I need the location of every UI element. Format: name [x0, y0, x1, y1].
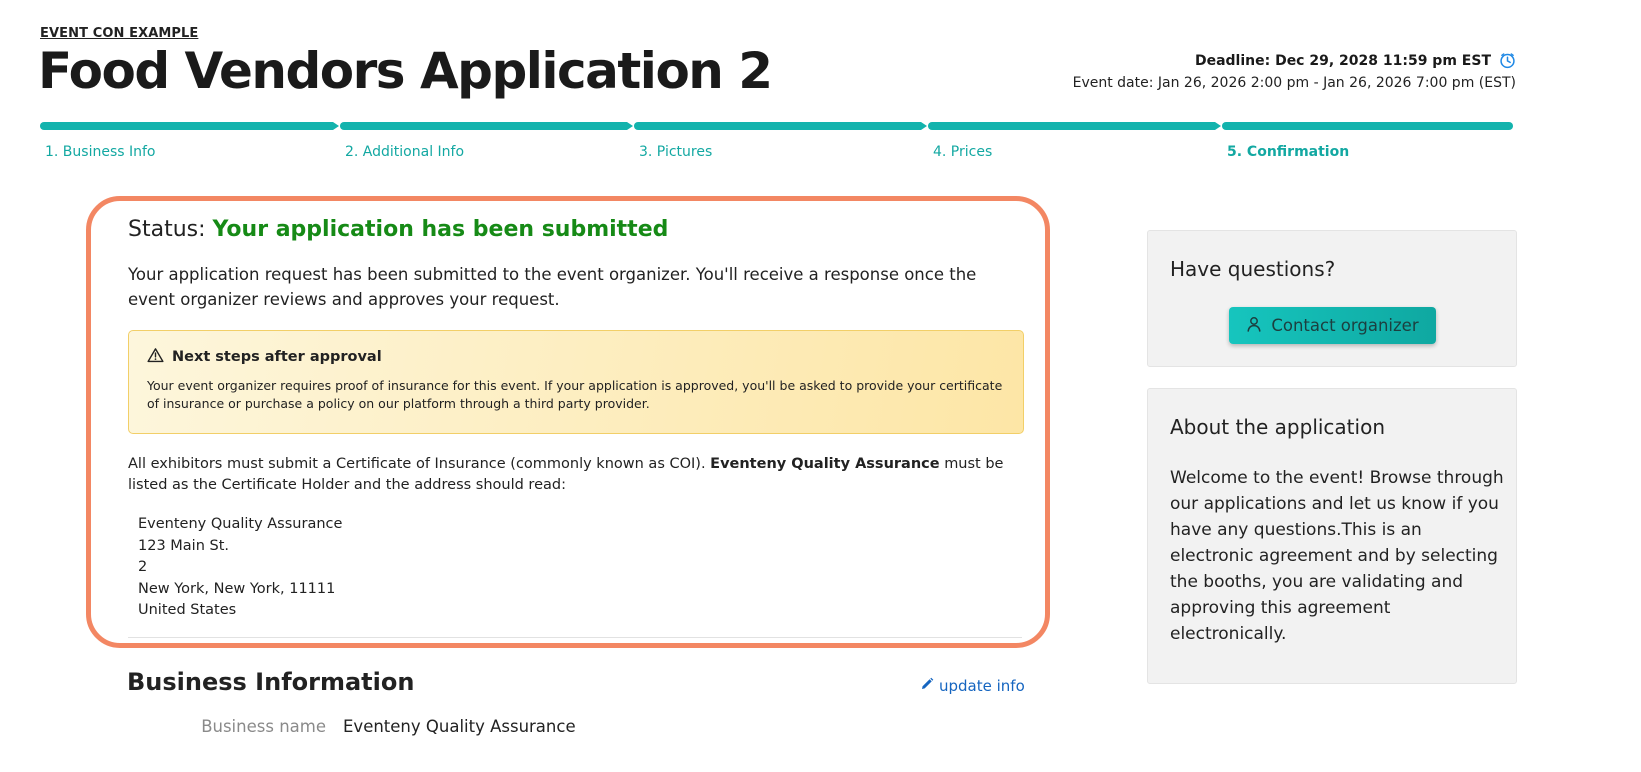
step-label: 1. Business Info — [45, 144, 156, 160]
coi-holder-name: Eventeny Quality Assurance — [710, 456, 940, 472]
coi-address: Eventeny Quality Assurance 123 Main St. … — [138, 514, 1028, 622]
update-info-label: update info — [939, 677, 1025, 695]
business-information-title: Business Information — [127, 668, 415, 696]
warning-icon — [147, 347, 164, 367]
status-value: Your application has been submitted — [212, 217, 669, 242]
deadline-text: Deadline: Dec 29, 2028 11:59 pm EST — [1194, 52, 1491, 69]
step-pictures[interactable]: 3. Pictures — [634, 122, 927, 166]
clock-icon[interactable] — [1499, 52, 1516, 69]
status-description: Your application request has been submit… — [128, 265, 977, 309]
next-steps-title: Next steps after approval — [172, 349, 382, 365]
divider — [128, 637, 1022, 638]
step-label: 2. Additional Info — [345, 144, 465, 160]
contact-organizer-label: Contact organizer — [1271, 316, 1419, 335]
deadline: Deadline: Dec 29, 2028 11:59 pm EST — [1195, 52, 1516, 69]
address-line: New York, New York, 11111 — [138, 580, 336, 597]
business-name-row: Business name Eventeny Quality Assurance — [127, 717, 1023, 736]
step-bar — [40, 122, 339, 130]
page-title: Food Vendors Application 2 — [38, 42, 773, 100]
contact-organizer-button[interactable]: Contact organizer — [1229, 307, 1436, 344]
step-label: 3. Pictures — [639, 144, 713, 160]
step-additional-info[interactable]: 2. Additional Info — [340, 122, 633, 166]
about-title: About the application — [1170, 415, 1385, 439]
status-prefix: Status: — [128, 217, 206, 242]
address-line: United States — [138, 602, 237, 618]
step-bar — [340, 122, 633, 130]
event-name-link[interactable]: EVENT CON EXAMPLE — [40, 26, 198, 41]
step-label: 4. Prices — [933, 144, 993, 160]
next-steps-alert: Next steps after approval Your event org… — [128, 330, 1024, 434]
coi-instructions: All exhibitors must submit a Certificate… — [128, 454, 1028, 496]
questions-card: Have questions? Contact organizer — [1147, 230, 1517, 367]
step-bar — [1222, 122, 1513, 130]
about-application-card: About the application Welcome to the eve… — [1147, 388, 1517, 684]
step-prices[interactable]: 4. Prices — [928, 122, 1221, 166]
event-date: Event date: Jan 26, 2026 2:00 pm - Jan 2… — [1072, 75, 1516, 91]
step-confirmation[interactable]: 5. Confirmation — [1222, 122, 1513, 166]
questions-title: Have questions? — [1170, 257, 1336, 281]
pencil-icon — [920, 677, 934, 695]
user-icon — [1246, 316, 1262, 336]
step-label: 5. Confirmation — [1227, 144, 1350, 160]
coi-text-before: All exhibitors must submit a Certificate… — [128, 456, 706, 472]
step-bar — [634, 122, 927, 130]
application-status-card: Status: Your application has been submit… — [86, 196, 1050, 648]
status-line: Status: Your application has been submit… — [128, 217, 1028, 242]
address-line: Eventeny Quality Assurance — [138, 516, 343, 532]
about-text: Welcome to the event! Browse through our… — [1170, 468, 1504, 644]
step-bar — [928, 122, 1221, 130]
update-info-link[interactable]: update info — [920, 677, 1025, 695]
address-line: 123 Main St. — [138, 537, 230, 554]
address-line: 2 — [138, 559, 148, 575]
field-label: Business name — [201, 717, 326, 736]
progress-steps: 1. Business Info 2. Additional Info 3. P… — [40, 122, 1513, 166]
field-value: Eventeny Quality Assurance — [343, 717, 576, 736]
step-business-info[interactable]: 1. Business Info — [40, 122, 339, 166]
next-steps-body: Your event organizer requires proof of i… — [147, 378, 1003, 411]
